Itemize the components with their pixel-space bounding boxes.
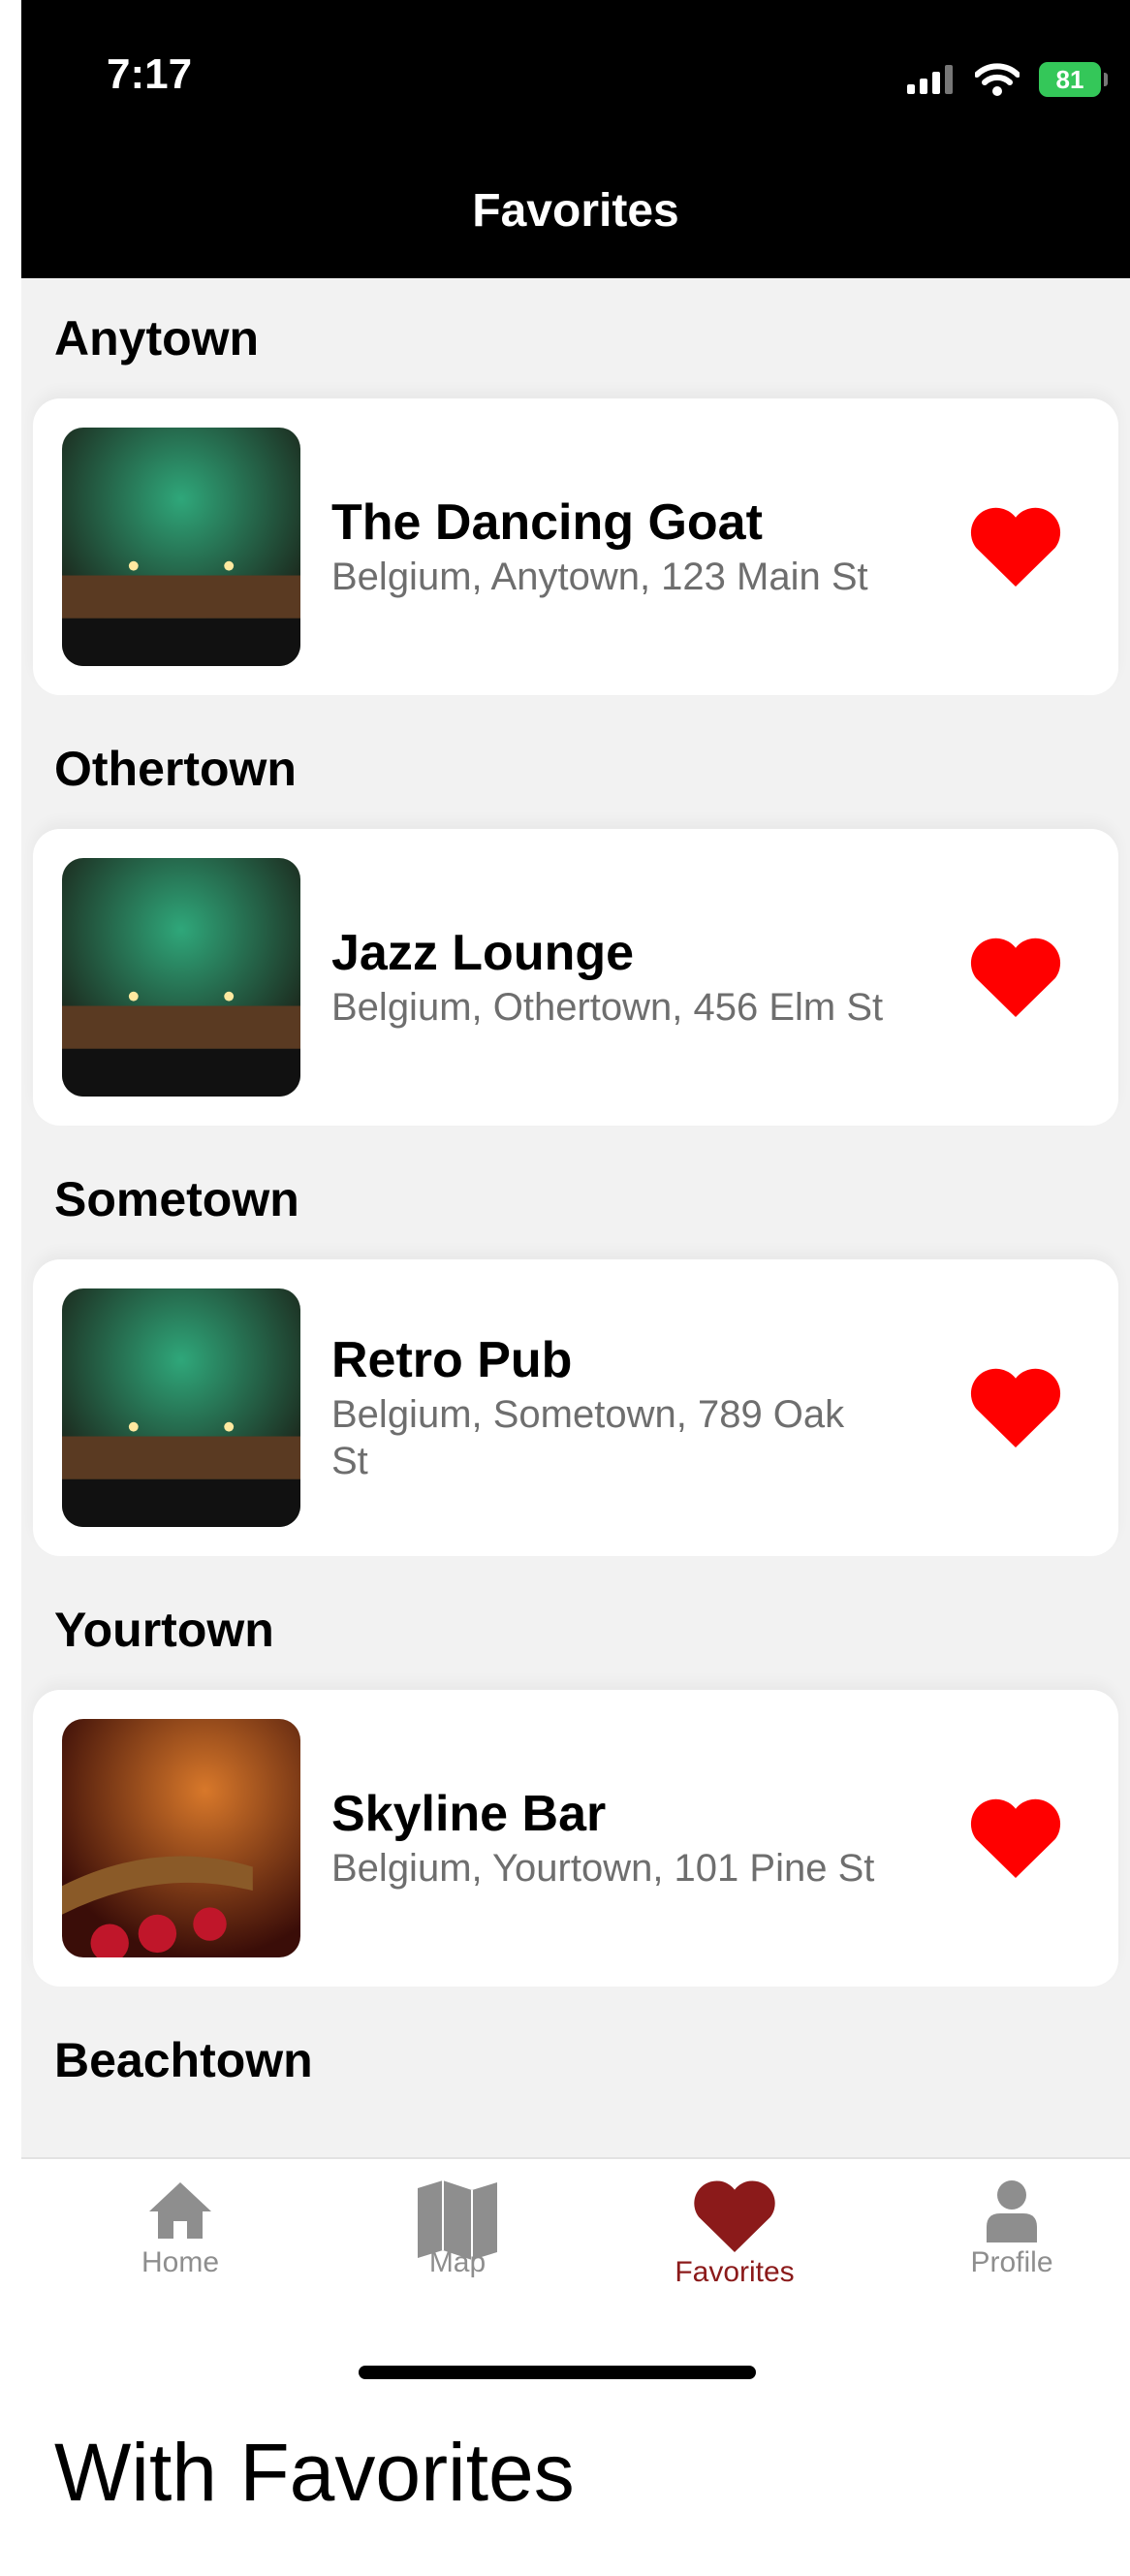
- favorites-list[interactable]: Anytown The Dancing Goat Belgium, Anytow…: [21, 278, 1130, 2157]
- favorite-heart-icon[interactable]: [969, 1797, 1062, 1878]
- battery-icon: 81: [1039, 62, 1108, 97]
- venue-card[interactable]: Skyline Bar Belgium, Yourtown, 101 Pine …: [33, 1690, 1118, 1987]
- section-header: Yourtown: [54, 1603, 274, 1657]
- battery-level: 81: [1055, 64, 1084, 94]
- favorite-heart-icon[interactable]: [969, 936, 1062, 1017]
- tab-favorites[interactable]: Favorites: [618, 2178, 851, 2289]
- heart-icon: [694, 2180, 775, 2252]
- house-icon: [149, 2182, 211, 2239]
- tab-label: Profile: [970, 2246, 1053, 2278]
- status-icons: 81: [907, 58, 1108, 101]
- venue-photo: [62, 1288, 300, 1527]
- tab-map[interactable]: Map: [341, 2178, 574, 2279]
- favorite-heart-icon[interactable]: [969, 505, 1062, 587]
- venue-photo: [62, 428, 300, 666]
- tab-profile[interactable]: Profile: [895, 2178, 1128, 2279]
- venue-name: Retro Pub: [331, 1332, 573, 1388]
- venue-card[interactable]: The Dancing Goat Belgium, Anytown, 123 M…: [33, 398, 1118, 695]
- section-header: Anytown: [54, 311, 260, 366]
- person-icon: [987, 2180, 1037, 2242]
- venue-name: Skyline Bar: [331, 1786, 607, 1842]
- venue-address: Belgium, Sometown, 789 Oak St: [331, 1393, 845, 1482]
- venue-photo: [62, 1719, 300, 1957]
- section-header: Othertown: [54, 742, 297, 796]
- home-indicator: [359, 2366, 756, 2379]
- venue-name: Jazz Lounge: [331, 925, 635, 981]
- page-title: Favorites: [472, 185, 679, 237]
- tab-home[interactable]: Home: [64, 2178, 297, 2279]
- favorite-heart-icon[interactable]: [969, 1366, 1062, 1447]
- tab-label: Map: [428, 2246, 487, 2278]
- section-header: Beachtown: [54, 2033, 313, 2087]
- tab-label: Home: [141, 2246, 220, 2278]
- venue-photo: [62, 858, 300, 1097]
- cellular-signal-icon: [907, 65, 953, 94]
- status-time: 7:17: [107, 50, 193, 98]
- venue-card[interactable]: Jazz Lounge Belgium, Othertown, 456 Elm …: [33, 829, 1118, 1126]
- venue-address: Belgium, Othertown, 456 Elm St: [331, 986, 884, 1029]
- venue-card[interactable]: Retro Pub Belgium, Sometown, 789 Oak St: [33, 1259, 1118, 1556]
- venue-address: Belgium, Yourtown, 101 Pine St: [331, 1847, 875, 1890]
- top-bar: 7:17 81 Favorites: [21, 0, 1130, 278]
- venue-address: Belgium, Anytown, 123 Main St: [331, 556, 868, 598]
- section-header: Sometown: [54, 1172, 299, 1226]
- wifi-icon: [975, 63, 1020, 96]
- caption-text: With Favorites: [54, 2427, 575, 2518]
- venue-name: The Dancing Goat: [331, 494, 763, 551]
- phone-screen: 7:17 81 Favorites Anytown The Dancing Go…: [21, 0, 1130, 2375]
- tab-bar: Home Map Favorites Profile: [21, 2157, 1130, 2375]
- tab-label: Favorites: [675, 2256, 795, 2288]
